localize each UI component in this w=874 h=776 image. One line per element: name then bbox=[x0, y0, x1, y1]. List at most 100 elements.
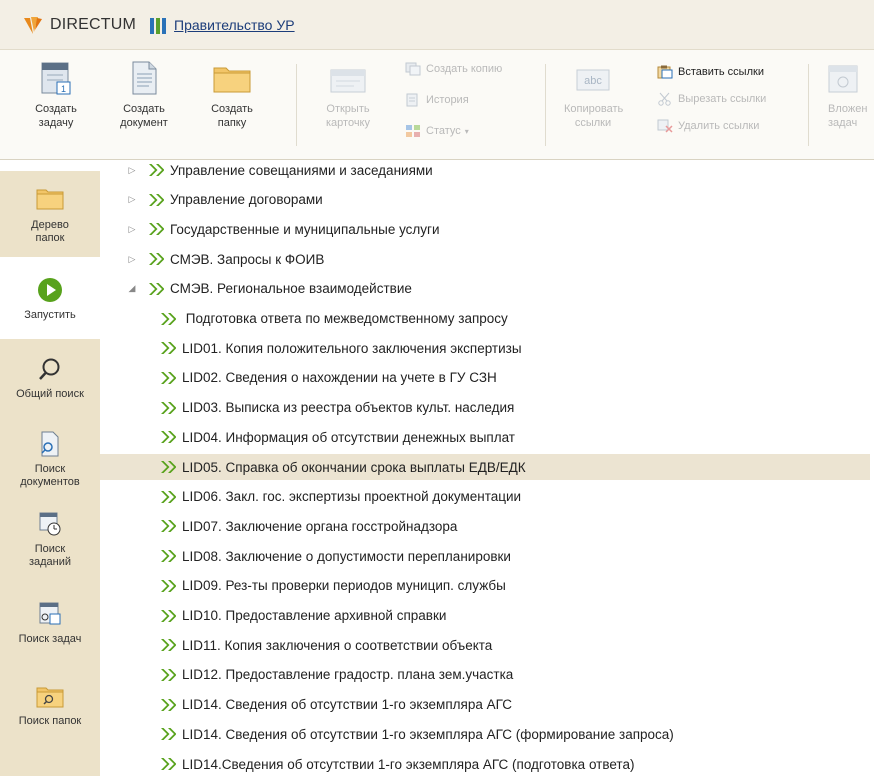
nav-run[interactable]: Запустить bbox=[0, 271, 100, 331]
tree-row-label: LID14.Сведения об отсутствии 1-го экземп… bbox=[182, 756, 635, 772]
tree-row-label: LID12. Предоставление градостр. плана зе… bbox=[182, 667, 514, 683]
delete-links-button[interactable]: Удалить ссылки bbox=[657, 117, 759, 135]
tree-row-label: LID02. Сведения о нахождении на учете в … bbox=[182, 370, 497, 386]
svg-text:1: 1 bbox=[61, 84, 66, 94]
play-icon bbox=[37, 277, 63, 303]
tree-folder-row[interactable]: ▷ СМЭВ. Запросы к ФОИВ bbox=[100, 246, 874, 272]
delete-link-icon bbox=[657, 119, 673, 133]
collapse-toggle-icon[interactable]: ◢ bbox=[126, 283, 138, 294]
tree-item-row[interactable]: LID07. Заключение органа госстройнадзора bbox=[100, 513, 874, 539]
double-chevron-icon bbox=[161, 668, 176, 681]
tree-item-row[interactable]: LID10. Предоставление архивной справки bbox=[100, 603, 874, 629]
expand-toggle-icon[interactable]: ▷ bbox=[126, 224, 138, 235]
paste-links-label: Вставить ссылки bbox=[678, 66, 764, 78]
double-chevron-icon bbox=[149, 282, 164, 295]
status-label: Статус bbox=[426, 125, 461, 137]
create-copy-button[interactable]: Создать копию bbox=[405, 60, 502, 78]
cut-links-label: Вырезать ссылки bbox=[678, 93, 767, 105]
tree-item-row[interactable]: LID06. Закл. гос. экспертизы проектной д… bbox=[100, 484, 874, 510]
paste-icon bbox=[657, 65, 673, 79]
job-search-icon bbox=[37, 511, 63, 537]
card-icon bbox=[328, 60, 368, 96]
create-folder-button[interactable]: Создать папку bbox=[196, 60, 268, 130]
folder-search-icon bbox=[35, 683, 65, 709]
organization-icon bbox=[150, 16, 168, 34]
open-card-button[interactable]: Открыть карточку bbox=[312, 60, 384, 130]
double-chevron-icon bbox=[149, 223, 164, 236]
history-icon bbox=[405, 93, 421, 107]
tree-row-label: СМЭВ. Региональное взаимодействие bbox=[170, 281, 412, 297]
svg-text:abc: abc bbox=[584, 75, 602, 87]
expand-toggle-icon[interactable]: ▷ bbox=[126, 165, 138, 176]
double-chevron-icon bbox=[161, 550, 176, 563]
tree-item-row[interactable]: LID09. Рез-ты проверки периодов муницип.… bbox=[100, 573, 874, 599]
tree-row-label: LID10. Предоставление архивной справки bbox=[182, 608, 447, 623]
tree-item-row[interactable]: LID01. Копия положительного заключения э… bbox=[100, 335, 874, 361]
tree-row-label: Государственные и муниципальные услуги bbox=[170, 221, 440, 237]
tree-folder-row[interactable]: ▷ Государственные и муниципальные услуги bbox=[100, 216, 874, 242]
cut-links-button[interactable]: Вырезать ссылки bbox=[657, 90, 766, 108]
tree-row-label: LID04. Информация об отсутствии денежных… bbox=[182, 429, 515, 445]
double-chevron-icon bbox=[161, 698, 176, 711]
double-chevron-icon bbox=[161, 579, 176, 592]
tree-item-row[interactable]: Подготовка ответа по межведомственному з… bbox=[100, 306, 874, 332]
tree-row-label: LID03. Выписка из реестра объектов культ… bbox=[182, 400, 515, 416]
run-label: Запустить bbox=[24, 309, 76, 321]
nav-folder-tree[interactable]: Дерево папок bbox=[0, 171, 100, 257]
tree-row-label: LID11. Копия заключения о соответствии о… bbox=[182, 637, 493, 653]
tree-row-label: Управление договорами bbox=[170, 192, 323, 208]
double-chevron-icon bbox=[161, 461, 176, 473]
tree-folder-row[interactable]: ▷ Управление совещаниями и заседаниями bbox=[100, 161, 874, 183]
tree-item-row[interactable]: LID08. Заключение о допустимости перепла… bbox=[100, 543, 874, 569]
organization-link[interactable]: Правительство УР bbox=[174, 17, 295, 33]
create-folder-label: Создать папку bbox=[211, 103, 253, 129]
folder-search-label: Поиск папок bbox=[18, 715, 82, 727]
tree-item-row[interactable]: LID04. Информация об отсутствии денежных… bbox=[100, 424, 874, 450]
nav-job-search[interactable]: Поиск заданий bbox=[0, 511, 100, 581]
tree-item-row[interactable]: LID11. Копия заключения о соответствии о… bbox=[100, 632, 874, 658]
expand-toggle-icon[interactable]: ▷ bbox=[126, 254, 138, 265]
create-task-button[interactable]: 1 Создать задачу bbox=[20, 60, 92, 130]
chevron-down-icon: ▾ bbox=[464, 126, 469, 136]
tree-item-row[interactable]: LID14. Сведения об отсутствии 1-го экзем… bbox=[100, 692, 874, 718]
create-copy-label: Создать копию bbox=[426, 63, 503, 75]
app-title: DIRECTUM bbox=[50, 15, 137, 33]
tree-folder-row[interactable]: ◢ СМЭВ. Региональное взаимодействие bbox=[100, 276, 874, 302]
tree-row-label: LID07. Заключение органа госстройнадзора bbox=[182, 518, 458, 534]
tree-item-row[interactable]: LID02. Сведения о нахождении на учете в … bbox=[100, 365, 874, 391]
folder-icon bbox=[212, 60, 252, 96]
nav-folder-search[interactable]: Поиск папок bbox=[0, 683, 100, 743]
tree-item-row[interactable]: LID12. Предоставление градостр. плана зе… bbox=[100, 662, 874, 688]
copy-links-button[interactable]: abc Копировать ссылки bbox=[557, 60, 629, 130]
tree-row-label: LID14. Сведения об отсутствии 1-го экзем… bbox=[182, 697, 513, 713]
magnifier-icon bbox=[37, 356, 63, 382]
tree-item-row[interactable]: LID03. Выписка из реестра объектов культ… bbox=[100, 395, 874, 421]
tree-row-label: СМЭВ. Запросы к ФОИВ bbox=[170, 251, 325, 267]
expand-toggle-icon[interactable]: ▷ bbox=[126, 194, 138, 205]
nav-document-search[interactable]: Поиск документов bbox=[0, 431, 100, 501]
double-chevron-icon bbox=[161, 431, 176, 444]
ribbon-separator bbox=[545, 64, 546, 146]
attach-task-button[interactable]: Вложен задач bbox=[820, 60, 874, 130]
nav-global-search[interactable]: Общий поиск bbox=[0, 356, 100, 416]
create-document-button[interactable]: Создать документ bbox=[108, 60, 180, 130]
calendar-task-icon: 1 bbox=[39, 60, 73, 96]
tree-item-row[interactable]: LID14. Сведения об отсутствии 1-го экзем… bbox=[100, 721, 874, 747]
paste-links-button[interactable]: Вставить ссылки bbox=[657, 63, 764, 81]
status-dropdown[interactable]: Статус ▾ bbox=[405, 122, 469, 140]
double-chevron-icon bbox=[161, 490, 176, 503]
tree-row-label: Подготовка ответа по межведомственному з… bbox=[182, 311, 508, 326]
double-chevron-icon bbox=[149, 193, 164, 206]
copy-icon bbox=[405, 62, 421, 76]
nav-task-search[interactable]: Поиск задач bbox=[0, 601, 100, 661]
title-bar: DIRECTUM Правительство УР bbox=[0, 0, 874, 50]
tree-row-label: LID14. Сведения об отсутствии 1-го экзем… bbox=[182, 726, 674, 742]
history-button[interactable]: История bbox=[405, 91, 469, 109]
ribbon-toolbar: 1 Создать задачу Создать документ Создат… bbox=[0, 50, 874, 160]
double-chevron-icon bbox=[161, 728, 176, 741]
tree-item-row[interactable]: LID14.Сведения об отсутствии 1-го экземп… bbox=[100, 751, 874, 776]
task-search-label: Поиск задач bbox=[18, 633, 82, 645]
folder-tree-list: ▷ Управление совещаниями и заседаниями ▷ Уп… bbox=[100, 161, 874, 776]
tree-folder-row[interactable]: ▷ Управление договорами bbox=[100, 187, 874, 213]
tree-item-row[interactable]: LID05. Справка об окончании срока выплат… bbox=[100, 454, 870, 480]
